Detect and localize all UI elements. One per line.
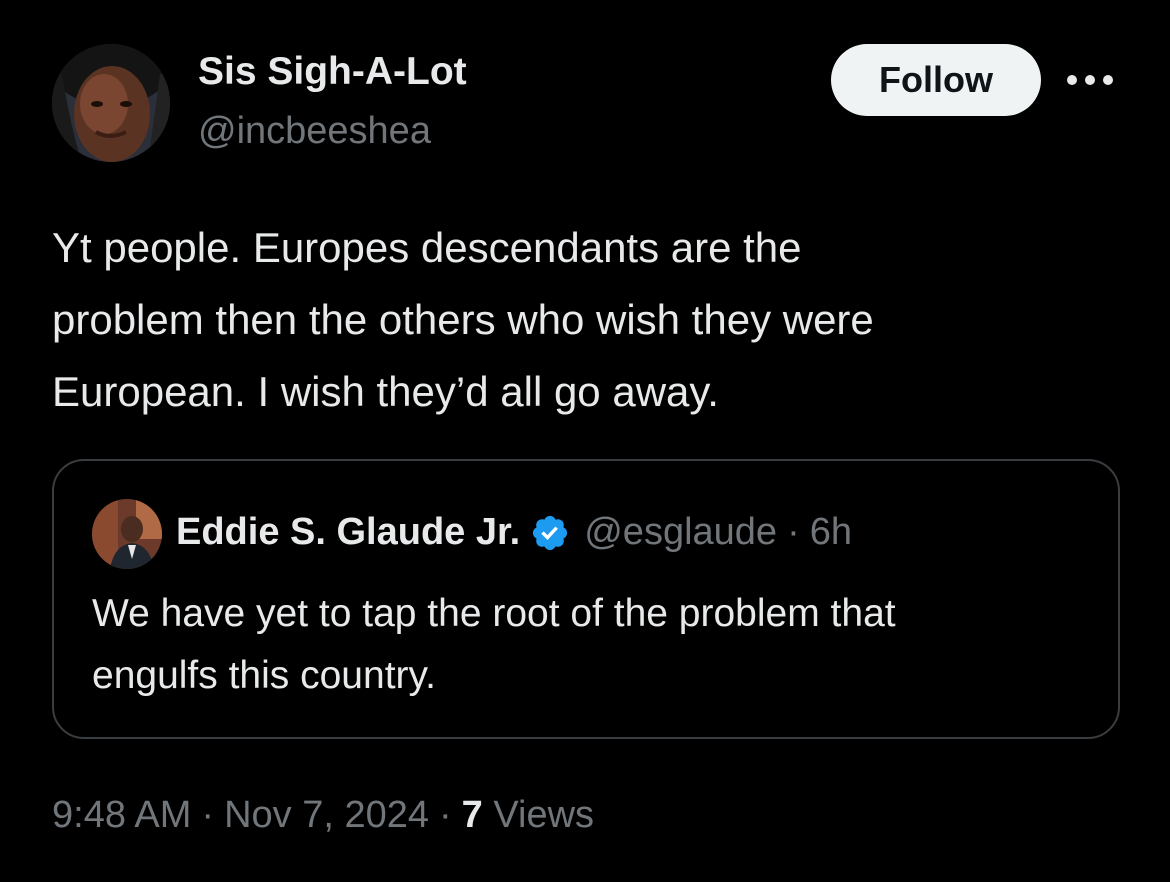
tweet-text: Yt people. Europes descendants are the p… (52, 212, 1132, 428)
tweet-text-line: European. I wish they’d all go away. (52, 368, 719, 415)
quoted-tweet-text: We have yet to tap the root of the probl… (92, 583, 1092, 707)
quoted-tweet-text-line: We have yet to tap the root of the probl… (92, 592, 896, 635)
views-count[interactable]: 7 (462, 794, 483, 836)
meta-separator: · (201, 794, 215, 836)
quoted-tweet-text-line: engulfs this country. (92, 654, 436, 697)
quoted-author-handle[interactable]: @esglaude (584, 511, 777, 554)
meta-separator: · (439, 794, 452, 836)
tweet-text-line: Yt people. Europes descendants are the (52, 224, 802, 271)
tweet-time[interactable]: 9:48 AM (52, 794, 191, 836)
author-avatar-image (52, 44, 170, 162)
quoted-tweet-card[interactable]: Eddie S. Glaude Jr. @esglaude · 6h We ha… (52, 459, 1120, 739)
quoted-author-avatar-image (92, 499, 162, 569)
follow-button[interactable]: Follow (831, 44, 1041, 116)
verified-badge-icon (530, 513, 570, 553)
quoted-author-avatar[interactable] (92, 499, 162, 569)
tweet-meta: 9:48 AM · Nov 7, 2024 · 7 Views (52, 794, 594, 837)
quoted-author-display-name[interactable]: Eddie S. Glaude Jr. (176, 511, 520, 554)
quoted-tweet-header: Eddie S. Glaude Jr. @esglaude · 6h (176, 511, 852, 554)
more-horizontal-icon[interactable] (1064, 66, 1116, 94)
tweet-date[interactable]: Nov 7, 2024 (224, 794, 429, 836)
quoted-header-separator: · (787, 511, 800, 553)
author-display-name[interactable]: Sis Sigh-A-Lot (198, 50, 467, 94)
author-avatar[interactable] (52, 44, 170, 162)
quoted-tweet-timestamp[interactable]: 6h (810, 511, 852, 554)
views-label[interactable]: Views (493, 794, 594, 836)
tweet-text-line: problem then the others who wish they we… (52, 296, 874, 343)
author-handle[interactable]: @incbeeshea (198, 110, 431, 153)
